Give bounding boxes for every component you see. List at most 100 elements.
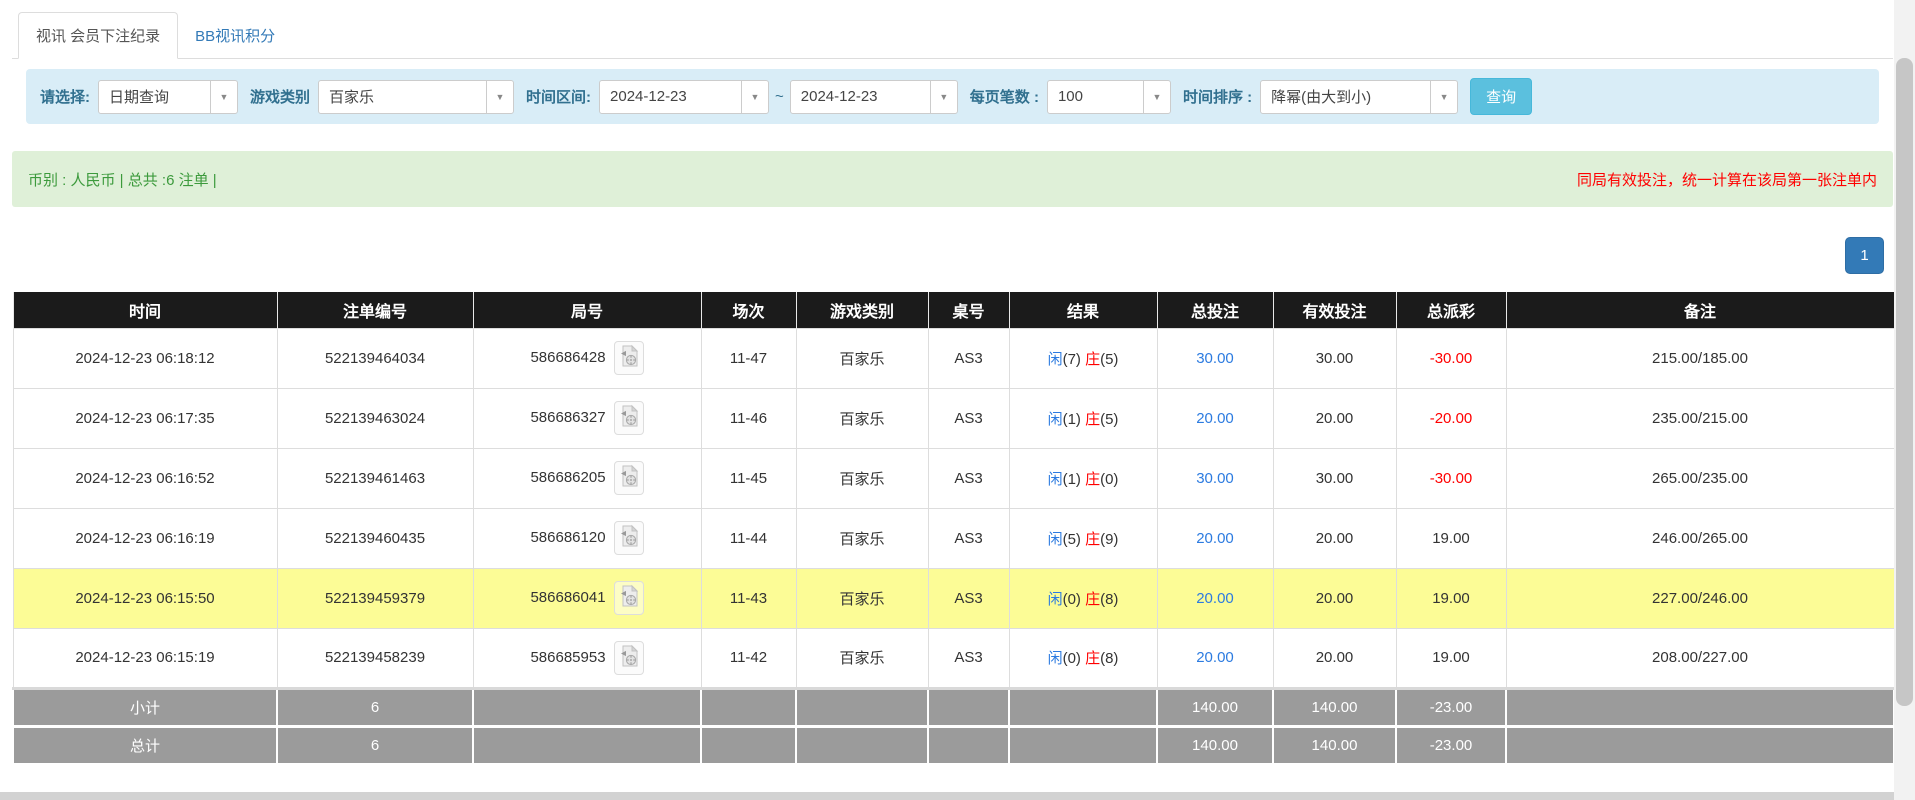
video-replay-icon	[619, 464, 639, 488]
cell-table-no: AS3	[928, 508, 1009, 568]
round-id-text: 586685953	[530, 648, 605, 665]
result-part: 闲	[1048, 650, 1063, 667]
table-header-cell: 总投注	[1157, 292, 1273, 328]
table-header-cell: 备注	[1506, 292, 1894, 328]
tilde-separator: ~	[775, 88, 784, 105]
cell-round-id: 586685953	[473, 628, 701, 688]
cell-payout: 19.00	[1396, 568, 1506, 628]
cell-note: 215.00/185.00	[1506, 328, 1894, 388]
cell-bet-id: 522139464034	[277, 328, 473, 388]
video-replay-icon	[619, 344, 639, 368]
table-header-cell: 桌号	[928, 292, 1009, 328]
cell-result: 闲(1) 庄(0)	[1009, 448, 1157, 508]
summary-cell	[473, 688, 701, 726]
date-from-select[interactable]: 2024-12-23 ▼	[599, 80, 769, 114]
summary-cell	[1506, 726, 1894, 764]
chevron-down-icon: ▼	[930, 81, 957, 113]
cell-table-no: AS3	[928, 448, 1009, 508]
cell-note: 208.00/227.00	[1506, 628, 1894, 688]
page-size-label: 每页笔数 :	[970, 86, 1039, 107]
time-sort-select[interactable]: 降幂(由大到小) ▼	[1260, 80, 1458, 114]
cell-game-type: 百家乐	[796, 508, 928, 568]
cell-bet-id: 522139460435	[277, 508, 473, 568]
cell-session: 11-47	[701, 328, 796, 388]
result-part: (5)	[1100, 411, 1118, 428]
cell-time: 2024-12-23 06:16:52	[13, 448, 277, 508]
tab-video-betting-records[interactable]: 视讯 会员下注纪录	[18, 12, 178, 59]
table-header-cell: 结果	[1009, 292, 1157, 328]
table-header-cell: 场次	[701, 292, 796, 328]
video-replay-button[interactable]	[614, 461, 644, 495]
cell-total-bet: 20.00	[1157, 628, 1273, 688]
cell-total-bet: 30.00	[1157, 448, 1273, 508]
summary-cell: 140.00	[1157, 688, 1273, 726]
tab-bb-video-points[interactable]: BB视讯积分	[178, 13, 292, 58]
game-category-select[interactable]: 百家乐 ▼	[318, 80, 514, 114]
round-id-text: 586686428	[530, 349, 605, 366]
filter-panel: 请选择: 日期查询 ▼ 游戏类别 百家乐 ▼ 时间区间: 2024-12-23 …	[26, 69, 1879, 124]
result-part: 庄	[1085, 591, 1100, 608]
date-to-select[interactable]: 2024-12-23 ▼	[790, 80, 958, 114]
cell-game-type: 百家乐	[796, 568, 928, 628]
time-sort-label: 时间排序 :	[1183, 86, 1252, 107]
subtotal-row: 小计6140.00140.00-23.00	[13, 688, 1894, 726]
query-type-label: 请选择:	[40, 86, 90, 107]
summary-cell: 6	[277, 726, 473, 764]
result-part: (5)	[1100, 351, 1118, 368]
video-replay-button[interactable]	[614, 341, 644, 375]
cell-valid-bet: 30.00	[1273, 448, 1396, 508]
video-replay-icon	[619, 404, 639, 428]
table-row: 2024-12-23 06:18:12522139464034586686428…	[13, 328, 1894, 388]
search-button[interactable]: 查询	[1470, 78, 1532, 115]
cell-valid-bet: 20.00	[1273, 568, 1396, 628]
summary-cell	[796, 688, 928, 726]
result-part: 庄	[1085, 411, 1100, 428]
summary-cell	[928, 726, 1009, 764]
cell-session: 11-45	[701, 448, 796, 508]
cell-time: 2024-12-23 06:15:50	[13, 568, 277, 628]
summary-cell: -23.00	[1396, 688, 1506, 726]
result-part: (8)	[1100, 591, 1118, 608]
page-1-button[interactable]: 1	[1845, 237, 1884, 274]
grand-total-row: 总计6140.00140.00-23.00	[13, 726, 1894, 764]
cell-valid-bet: 20.00	[1273, 388, 1396, 448]
table-header-cell: 有效投注	[1273, 292, 1396, 328]
round-id-text: 586686120	[530, 529, 605, 546]
betting-records-page: 视讯 会员下注纪录 BB视讯积分 请选择: 日期查询 ▼ 游戏类别 百家乐 ▼ …	[12, 0, 1893, 765]
result-part: 庄	[1085, 471, 1100, 488]
time-sort-value: 降幂(由大到小)	[1261, 81, 1430, 113]
cell-round-id: 586686041	[473, 568, 701, 628]
result-part: 闲	[1048, 411, 1063, 428]
cell-round-id: 586686327	[473, 388, 701, 448]
cell-game-type: 百家乐	[796, 448, 928, 508]
video-replay-button[interactable]	[614, 401, 644, 435]
result-part: (0)	[1063, 650, 1086, 667]
cell-bet-id: 522139458239	[277, 628, 473, 688]
result-part: (0)	[1100, 471, 1118, 488]
cell-note: 235.00/215.00	[1506, 388, 1894, 448]
query-type-select[interactable]: 日期查询 ▼	[98, 80, 238, 114]
summary-cell	[1009, 726, 1157, 764]
horizontal-scrollbar[interactable]	[0, 792, 1894, 800]
video-replay-button[interactable]	[614, 641, 644, 675]
summary-cell: 6	[277, 688, 473, 726]
video-replay-button[interactable]	[614, 581, 644, 615]
summary-cell: 140.00	[1273, 688, 1396, 726]
result-part: (8)	[1100, 650, 1118, 667]
cell-table-no: AS3	[928, 568, 1009, 628]
video-replay-button[interactable]	[614, 521, 644, 555]
table-header-cell: 注单编号	[277, 292, 473, 328]
date-to-value: 2024-12-23	[791, 81, 930, 113]
page-size-select[interactable]: 100 ▼	[1047, 80, 1171, 114]
cell-bet-id: 522139461463	[277, 448, 473, 508]
result-part: (1)	[1063, 411, 1086, 428]
query-type-value: 日期查询	[99, 81, 210, 113]
video-replay-icon	[619, 584, 639, 608]
betting-records-table: 时间注单编号局号场次游戏类别桌号结果总投注有效投注总派彩备注 2024-12-2…	[12, 292, 1895, 765]
summary-cell: 140.00	[1157, 726, 1273, 764]
vertical-scrollbar-track[interactable]	[1894, 0, 1915, 800]
tab-bar: 视讯 会员下注纪录 BB视讯积分	[12, 0, 1893, 59]
vertical-scrollbar-thumb[interactable]	[1896, 58, 1913, 706]
cell-round-id: 586686428	[473, 328, 701, 388]
time-range-label: 时间区间:	[526, 86, 591, 107]
